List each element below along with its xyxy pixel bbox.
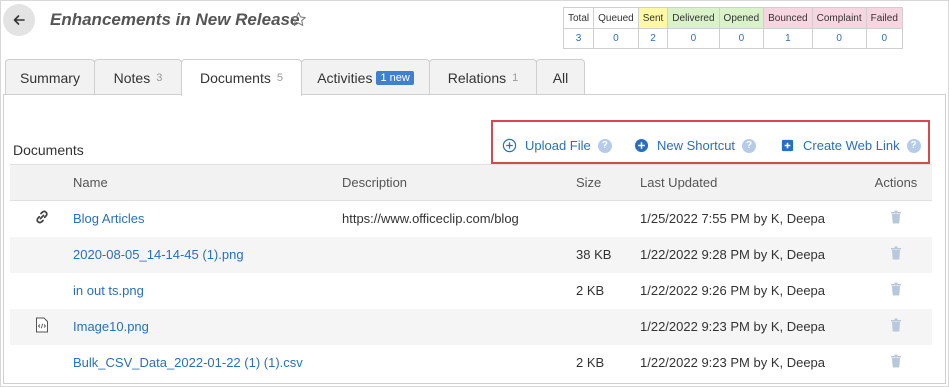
stat-value-delivered[interactable]: 0 xyxy=(667,28,720,49)
tab-label: Summary xyxy=(20,69,80,86)
arrow-left-icon xyxy=(13,15,25,25)
trash-icon[interactable] xyxy=(890,282,902,296)
stat-value-opened[interactable]: 0 xyxy=(718,28,765,49)
tab-count: 3 xyxy=(156,71,163,84)
stat-label-opened: Opened xyxy=(718,7,765,29)
stats-value-row: 3 0 2 0 0 1 0 0 xyxy=(562,28,903,49)
document-description xyxy=(342,345,576,381)
documents-table: Name Description Size Last Updated Actio… xyxy=(10,164,932,381)
document-description xyxy=(342,236,576,273)
tab-documents[interactable]: Documents 5 xyxy=(181,59,302,96)
new-shortcut-label: New Shortcut xyxy=(657,138,736,153)
document-name-link[interactable]: Bulk_CSV_Data_2022-01-22 (1) (1).csv xyxy=(73,355,303,370)
trash-icon[interactable] xyxy=(890,246,902,260)
table-row: Blog Articles https://www.officeclip.com… xyxy=(10,201,932,237)
document-size xyxy=(576,201,640,237)
stats-label-row: Total Queued Sent Delivered Opened Bounc… xyxy=(562,7,903,29)
star-icon[interactable] xyxy=(290,11,307,28)
document-last-updated: 1/25/2022 7:55 PM by K, Deepa xyxy=(640,211,826,227)
tab-summary[interactable]: Summary xyxy=(5,59,95,95)
stat-value-complaint[interactable]: 0 xyxy=(811,28,867,49)
tab-label: Documents xyxy=(200,70,271,86)
new-shortcut-button[interactable]: New Shortcut ? xyxy=(634,138,757,153)
upload-file-button[interactable]: Upload File ? xyxy=(502,138,612,153)
stat-label-total: Total xyxy=(562,7,595,29)
plus-circle-filled-icon xyxy=(634,138,649,153)
document-last-updated: 1/22/2022 9:26 PM by K, Deepa xyxy=(640,283,826,298)
tab-activities[interactable]: Activities 1 new xyxy=(301,59,430,95)
document-size: 2 KB xyxy=(576,283,605,298)
tab-count: 5 xyxy=(276,72,283,84)
upload-file-label: Upload File xyxy=(525,138,591,153)
help-icon[interactable]: ? xyxy=(906,138,921,153)
documents-section-title: Documents xyxy=(13,142,84,158)
create-web-link-label: Create Web Link xyxy=(803,138,900,153)
code-file-icon xyxy=(35,317,48,333)
document-size xyxy=(576,308,640,345)
tab-count: 1 xyxy=(512,71,519,84)
document-name-link[interactable]: Image10.png xyxy=(73,319,149,334)
document-size: 2 KB xyxy=(576,355,605,370)
trash-icon[interactable] xyxy=(890,210,902,224)
trash-icon[interactable] xyxy=(890,318,902,332)
tab-label: Activities xyxy=(317,69,373,86)
table-row: 2020-08-05_14-14-45 (1).png 38 KB 1/22/2… xyxy=(10,236,932,273)
stat-value-sent[interactable]: 2 xyxy=(637,28,669,49)
page-title: Enhancements in New Release xyxy=(50,10,300,29)
back-button[interactable] xyxy=(3,4,35,36)
column-header-actions: Actions xyxy=(860,164,932,201)
tab-label: Relations xyxy=(447,69,507,86)
document-last-updated: 1/22/2022 9:23 PM by K, Deepa xyxy=(640,308,860,345)
document-description xyxy=(342,308,576,345)
stat-label-sent: Sent xyxy=(637,7,669,29)
document-name-link[interactable]: Blog Articles xyxy=(73,211,145,226)
stat-value-total[interactable]: 3 xyxy=(562,28,595,49)
stat-label-failed: Failed xyxy=(865,7,903,29)
stat-label-delivered: Delivered xyxy=(667,7,720,29)
help-icon[interactable]: ? xyxy=(597,138,612,153)
table-row: Image10.png 1/22/2022 9:23 PM by K, Deep… xyxy=(10,308,932,345)
stat-value-failed[interactable]: 0 xyxy=(865,28,903,49)
document-name-link[interactable]: in out ts.png xyxy=(73,283,144,298)
tab-notes[interactable]: Notes 3 xyxy=(94,59,182,95)
table-row: in out ts.png 2 KB 1/22/2022 9:26 PM by … xyxy=(10,273,932,309)
column-header-description[interactable]: Description xyxy=(342,164,576,201)
tab-label: All xyxy=(552,69,569,86)
plus-circle-icon xyxy=(502,138,517,153)
trash-icon[interactable] xyxy=(890,354,902,368)
document-last-updated: 1/22/2022 9:28 PM by K, Deepa xyxy=(640,236,860,273)
tab-relations[interactable]: Relations 1 xyxy=(429,59,537,95)
document-description: https://www.officeclip.com/blog xyxy=(342,211,519,227)
document-name-link[interactable]: 2020-08-05_14-14-45 (1).png xyxy=(73,247,244,262)
campaign-stats-table: Total Queued Sent Delivered Opened Bounc… xyxy=(562,7,903,49)
create-web-link-button[interactable]: Create Web Link ? xyxy=(780,138,921,153)
stat-value-queued[interactable]: 0 xyxy=(593,28,639,49)
help-icon[interactable]: ? xyxy=(742,138,757,153)
stat-value-bounced[interactable]: 1 xyxy=(763,28,813,49)
stat-label-bounced: Bounced xyxy=(763,7,813,29)
column-header-size[interactable]: Size xyxy=(576,164,640,201)
table-header-row: Name Description Size Last Updated Actio… xyxy=(10,164,932,201)
plus-square-icon xyxy=(781,139,794,152)
document-size: 38 KB xyxy=(576,236,640,273)
stat-label-complaint: Complaint xyxy=(811,7,867,29)
table-row: Bulk_CSV_Data_2022-01-22 (1) (1).csv 2 K… xyxy=(10,345,932,381)
link-icon xyxy=(35,210,48,224)
column-header-name[interactable]: Name xyxy=(73,164,342,201)
document-last-updated: 1/22/2022 9:23 PM by K, Deepa xyxy=(640,355,826,370)
stat-label-queued: Queued xyxy=(593,7,639,29)
document-description xyxy=(342,273,576,309)
tab-all[interactable]: All xyxy=(536,59,585,95)
column-header-last-updated[interactable]: Last Updated xyxy=(640,164,860,201)
tab-label: Notes xyxy=(113,69,151,86)
new-badge: 1 new xyxy=(376,70,414,85)
